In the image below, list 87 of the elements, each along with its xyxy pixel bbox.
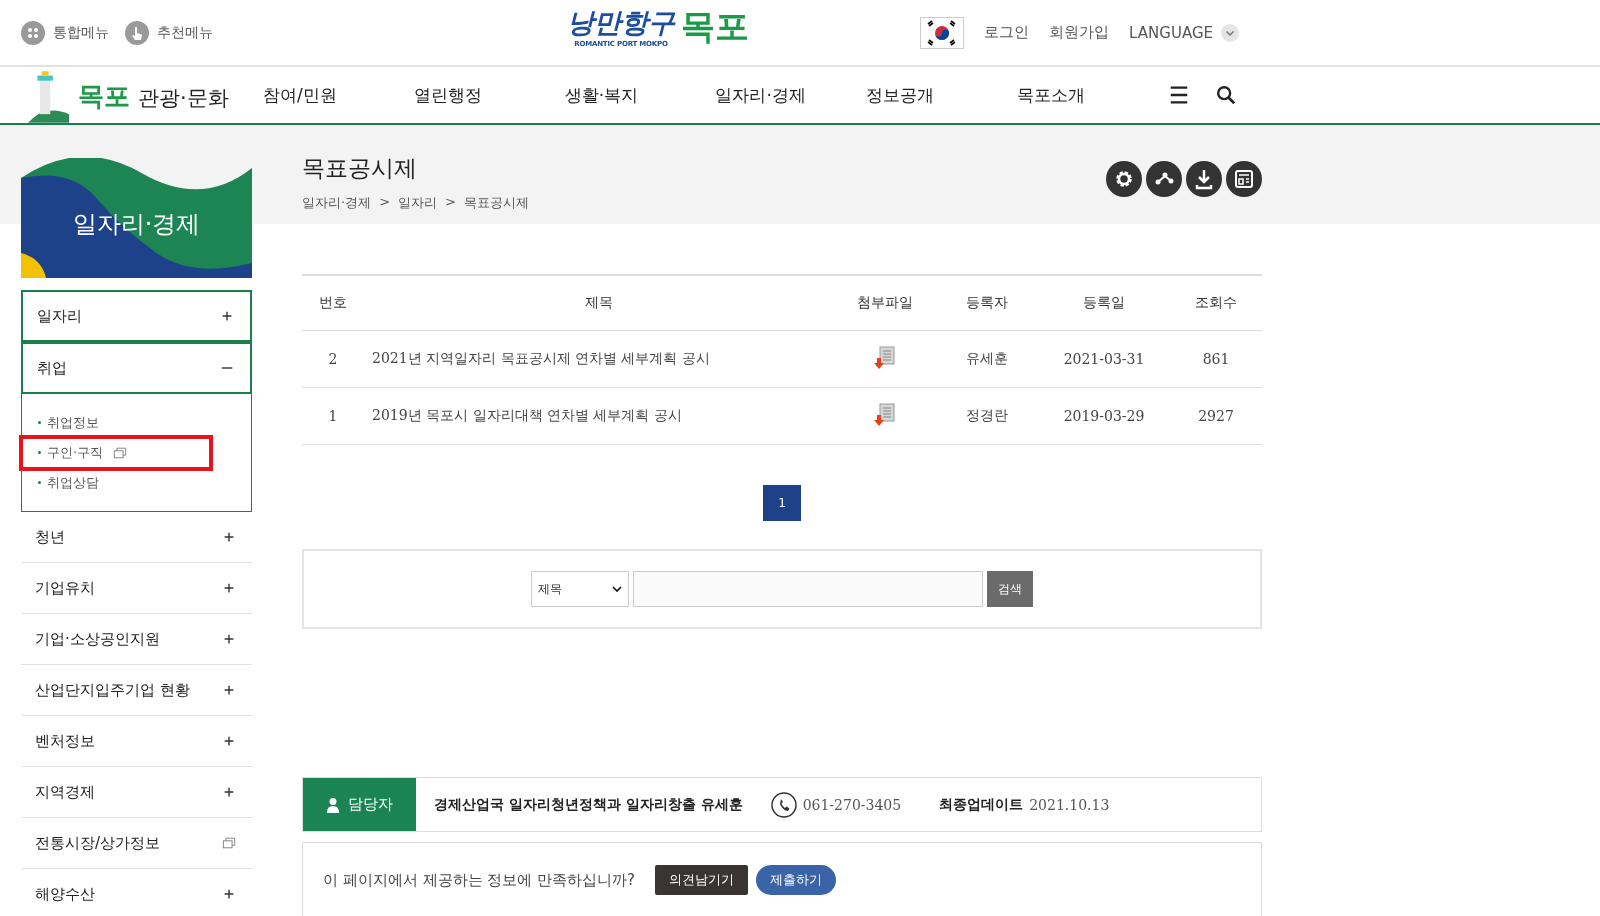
breadcrumb-separator: > xyxy=(379,194,391,211)
top-menu-link[interactable]: 추천메뉴 xyxy=(125,20,213,45)
breadcrumb-link[interactable]: 목표공시제 xyxy=(463,194,529,212)
sidebar-menu-item[interactable]: 기업유치 xyxy=(21,563,252,614)
file-download-icon[interactable] xyxy=(873,402,897,427)
sidebar-menu-item[interactable]: 취업 xyxy=(21,342,252,394)
person-icon xyxy=(326,796,340,813)
download-icon[interactable] xyxy=(1186,161,1222,197)
nav-item[interactable]: 정보공개 xyxy=(866,83,1018,107)
new-window-icon xyxy=(222,836,236,850)
post-title-link[interactable]: 2019년 목포시 일자리대책 연차별 세부계획 공시 xyxy=(372,407,682,423)
sidebar-menu-item[interactable]: 기업·소상공인지원 xyxy=(21,614,252,665)
user-link[interactable]: 회원가입 xyxy=(1049,23,1110,42)
language-link[interactable]: LANGUAGE xyxy=(1129,23,1213,42)
menu-icon[interactable] xyxy=(1168,84,1190,106)
search-type-select[interactable]: 제목 xyxy=(531,571,629,607)
nav-item[interactable]: 참여/민원 xyxy=(263,83,414,107)
table-cell: 2 xyxy=(302,330,364,388)
form-icon[interactable] xyxy=(1226,161,1262,197)
search-button[interactable]: 검색 xyxy=(987,571,1033,607)
bullet-icon xyxy=(38,421,41,424)
hand-icon xyxy=(125,20,149,45)
sidebar-title: 일자리·경제 xyxy=(71,209,202,240)
survey-button[interactable]: 의견남기기 xyxy=(655,865,749,895)
sidebar-menu-item[interactable]: 전통시장/상가정보 xyxy=(21,818,252,869)
plus-icon xyxy=(222,887,236,901)
sidebar-menu-item[interactable]: 해양수산 xyxy=(21,869,252,916)
table-cell: 유세훈 xyxy=(936,330,1038,388)
sidebar-menu-item[interactable]: 벤처정보 xyxy=(21,716,252,767)
caret-icon xyxy=(612,586,622,592)
breadcrumb-link[interactable]: 일자리·경제 xyxy=(302,194,372,212)
flag-icon[interactable] xyxy=(920,16,965,49)
top-menu-link[interactable]: 통합메뉴 xyxy=(21,20,109,45)
plus-icon xyxy=(222,632,236,646)
breadcrumb-link[interactable]: 일자리 xyxy=(398,194,438,212)
sidebar-menu-item[interactable]: 지역경제 xyxy=(21,767,252,818)
survey-button[interactable]: 제출하기 xyxy=(756,865,837,895)
submenu-item[interactable]: 취업정보 xyxy=(22,411,212,434)
contact-person: 경제산업국 일자리청년정책과 일자리창출 유세훈 xyxy=(434,795,743,814)
page-title: 목표공시제 xyxy=(302,154,418,183)
table-cell: 2021-03-31 xyxy=(1038,330,1170,388)
bullet-icon xyxy=(38,481,41,484)
update-label: 최종업데이트 xyxy=(939,795,1024,814)
column-header: 번호 xyxy=(302,275,364,331)
page-button[interactable]: 1 xyxy=(763,485,801,521)
highlighted-submenu-item[interactable]: 구인·구직 xyxy=(26,441,206,464)
plus-icon xyxy=(220,309,234,323)
plus-icon xyxy=(222,734,236,748)
sidebar-menu-item[interactable]: 일자리 xyxy=(21,290,252,342)
file-download-icon[interactable] xyxy=(873,345,897,370)
update-date: 2021.10.13 xyxy=(1029,796,1110,813)
column-header: 등록일 xyxy=(1038,275,1170,331)
bullet-icon xyxy=(38,451,41,454)
table-cell: 2019-03-29 xyxy=(1038,387,1170,445)
nav-item[interactable]: 열린행정 xyxy=(413,83,565,107)
plus-icon xyxy=(222,581,236,595)
column-header: 등록자 xyxy=(936,275,1038,331)
nav-item[interactable]: 목포소개 xyxy=(1017,83,1168,107)
new-window-icon xyxy=(113,445,128,460)
table-cell: 2927 xyxy=(1170,387,1262,445)
table-cell: 정경란 xyxy=(936,387,1038,445)
sidebar-menu-item[interactable]: 청년 xyxy=(21,512,252,563)
breadcrumb-separator: > xyxy=(445,194,456,211)
nav-item[interactable]: 일자리·경제 xyxy=(715,83,867,107)
survey-question: 이 페이지에서 제공하는 정보에 만족하십니까? xyxy=(323,871,636,890)
post-title-link[interactable]: 2021년 지역일자리 목표공시제 연차별 세부계획 공시 xyxy=(372,350,710,366)
sidebar-menu-item[interactable]: 산업단지입주기업 현황 xyxy=(21,665,252,716)
column-header: 제목 xyxy=(364,275,834,331)
table-cell: 1 xyxy=(302,387,364,445)
column-header: 조회수 xyxy=(1170,275,1262,331)
contact-label: 담당자 xyxy=(303,778,416,831)
plus-icon xyxy=(222,530,236,544)
table-cell: 861 xyxy=(1170,330,1262,388)
search-field[interactable] xyxy=(633,571,983,607)
phone-icon xyxy=(770,791,797,818)
column-header: 첨부파일 xyxy=(834,275,936,331)
plus-icon xyxy=(222,683,236,697)
nav-item[interactable]: 생활·복지 xyxy=(564,83,716,107)
grid-icon xyxy=(21,20,45,45)
share-icon[interactable] xyxy=(1146,161,1182,197)
search-icon[interactable] xyxy=(1215,84,1237,106)
phone-number: 061-270-3405 xyxy=(802,796,902,813)
plus-icon xyxy=(222,785,236,799)
user-link[interactable]: 로그인 xyxy=(984,23,1030,42)
tourism-logo[interactable]: 목포 관광·문화 xyxy=(28,67,263,123)
submenu-item[interactable]: 취업상담 xyxy=(22,471,212,494)
settings-icon[interactable] xyxy=(1106,161,1142,197)
